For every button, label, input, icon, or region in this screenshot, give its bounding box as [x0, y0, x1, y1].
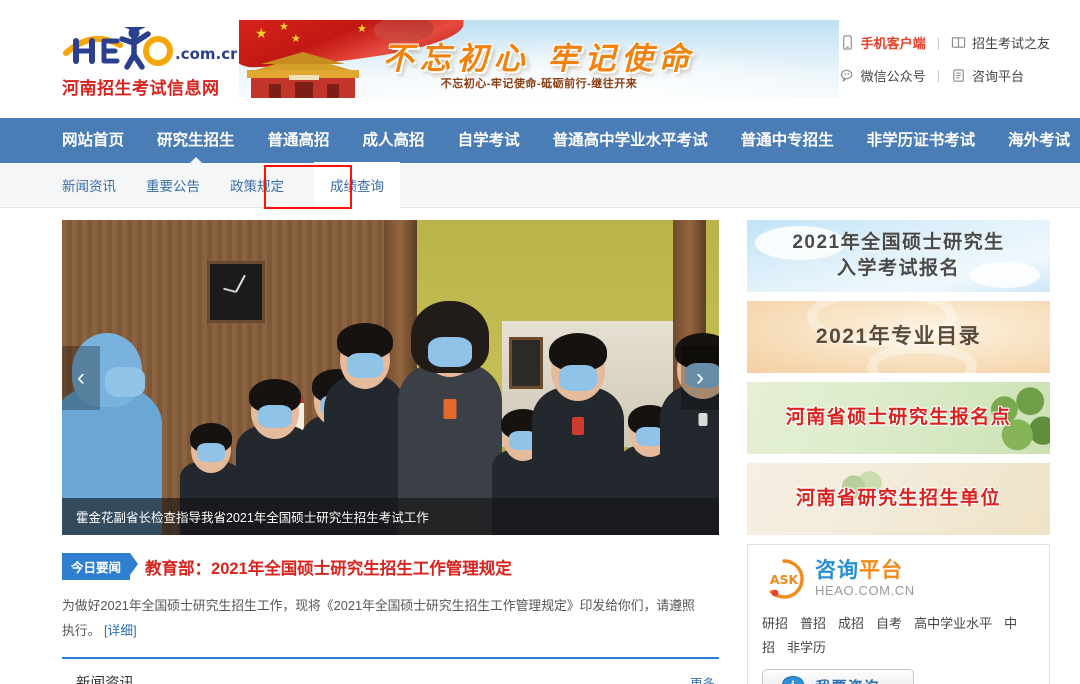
banner-subtitle: 不忘初心-牢记使命-砥砺前行-继往开来 — [440, 78, 638, 90]
header-link-consult-platform-label: 咨询平台 — [971, 69, 1024, 84]
right-banner-text: 2021年全国硕士研究生 入学考试报名 — [792, 230, 1004, 282]
header-links-row-2: 微信公众号 | 咨询平台 — [840, 66, 1050, 85]
document-icon — [953, 69, 964, 82]
subnav-item-policy[interactable]: 政策规定 — [230, 175, 284, 195]
right-banner-text: 2021年专业目录 — [815, 325, 982, 348]
headline-description-text: 为做好2021年全国硕士研究生招生工作，现将《2021年全国硕士研究生招生工作管… — [62, 598, 695, 638]
right-banner-text: 河南省硕士研究生报名点 — [785, 407, 1012, 428]
header-link-consult-platform[interactable]: 咨询平台 — [951, 66, 1024, 85]
consult-link-non-degree[interactable]: 非学历 — [787, 640, 826, 655]
carousel-photo — [62, 220, 719, 535]
subnav-item-score-query[interactable]: 成绩查询 — [314, 162, 400, 208]
news-section-title: 新闻资讯 — [76, 676, 134, 684]
right-banner-admission-units[interactable]: 河南省研究生招生单位 — [747, 463, 1050, 535]
nav-item-non-degree-certificate[interactable]: 非学历证书考试 — [867, 118, 976, 163]
header-link-mobile-app-label: 手机客户端 — [860, 36, 926, 51]
consult-title-orange: 平台 — [859, 558, 903, 582]
nav-item-overseas-exam[interactable]: 海外考试 — [1008, 118, 1070, 163]
site-logo[interactable]: .com.cn 河南招生考试信息网 — [62, 19, 237, 99]
right-banner-line2: 入学考试报名 — [836, 258, 960, 279]
mobile-icon — [842, 35, 852, 50]
consult-header: ASK 咨询平台 HEAO.COM.CN — [762, 557, 1035, 601]
news-section-header: 新闻资讯 更多 — [62, 659, 719, 684]
subnav-item-news[interactable]: 新闻资讯 — [62, 175, 116, 195]
consult-platform-panel: ASK 咨询平台 HEAO.COM.CN 研招 普招 成招 自考 高中学业水平 中招 非学历 — [747, 544, 1050, 684]
consult-links: 研招 普招 成招 自考 高中学业水平 中招 非学历 — [762, 612, 1035, 660]
consult-title: 咨询平台 — [815, 559, 915, 583]
heao-logo-icon: .com.cn — [63, 27, 237, 70]
consult-link-self-study[interactable]: 自考 — [876, 616, 902, 631]
consult-title-blue: 咨询 — [815, 558, 859, 582]
svg-text:ASK: ASK — [770, 572, 800, 587]
header-link-exam-friend-label: 招生考试之友 — [971, 36, 1050, 51]
nav-item-graduate-admission[interactable]: 研究生招生 — [157, 118, 235, 163]
header-link-wechat-label: 微信公众号 — [860, 69, 926, 84]
headline-description: 为做好2021年全国硕士研究生招生工作，现将《2021年全国硕士研究生招生工作管… — [62, 593, 702, 643]
banner-title: 不忘初心 牢记使命 — [382, 41, 696, 77]
right-banner-line1: 2021年全国硕士研究生 — [792, 232, 1005, 253]
page-content: ‹ › 霍金花副省长检查指导我省2021年全国硕士研究生招生考试工作 今日要闻 … — [0, 208, 1080, 684]
header-link-exam-friend[interactable]: 招生考试之友 — [951, 33, 1050, 52]
nav-item-high-school-level-exam[interactable]: 普通高中学业水平考试 — [553, 118, 708, 163]
book-icon — [951, 37, 966, 48]
carousel-prev-button[interactable]: ‹ — [62, 345, 100, 410]
header-link-wechat[interactable]: 微信公众号 — [840, 66, 926, 85]
consult-link-general[interactable]: 普招 — [800, 616, 826, 631]
carousel-next-button[interactable]: › — [681, 345, 719, 410]
carousel-caption[interactable]: 霍金花副省长检查指导我省2021年全国硕士研究生招生考试工作 — [62, 498, 719, 535]
news-more-link[interactable]: 更多 — [690, 673, 715, 684]
headline-title-link[interactable]: 教育部：2021年全国硕士研究生招生工作管理规定 — [145, 555, 512, 579]
news-carousel[interactable]: ‹ › 霍金花副省长检查指导我省2021年全国硕士研究生招生考试工作 — [62, 220, 719, 535]
subnav-item-announcements[interactable]: 重要公告 — [146, 175, 200, 195]
flag-star-icon: ★ — [279, 21, 289, 33]
news-section: 新闻资讯 更多 — [62, 657, 719, 684]
nav-item-adult-college[interactable]: 成人高招 — [363, 118, 425, 163]
right-banner-grad-exam-registration[interactable]: 2021年全国硕士研究生 入学考试报名 — [747, 220, 1050, 292]
consult-link-high-school-level[interactable]: 高中学业水平 — [914, 616, 992, 631]
nav-item-home[interactable]: 网站首页 — [62, 118, 124, 163]
logo-mark: .com.cn — [62, 19, 237, 71]
consult-request-button[interactable]: i 我要咨询 — [762, 669, 914, 684]
svg-text:.com.cn: .com.cn — [175, 45, 237, 63]
headline-detail-link[interactable]: [详细] — [104, 623, 137, 638]
nav-item-vocational-admission[interactable]: 普通中专招生 — [741, 118, 834, 163]
wechat-icon — [840, 69, 852, 82]
site-header: .com.cn 河南招生考试信息网 ★ ★ ★ ★ 不忘初心 牢记使命 不忘初心… — [0, 0, 1080, 118]
today-news-badge: 今日要闻 — [62, 553, 139, 580]
consult-domain: HEAO.COM.CN — [815, 583, 915, 599]
content-left-column: ‹ › 霍金花副省长检查指导我省2021年全国硕士研究生招生考试工作 今日要闻 … — [62, 220, 719, 684]
info-bubble-icon: i — [782, 675, 804, 684]
sub-navigation: 新闻资讯 重要公告 政策规定 成绩查询 — [0, 162, 1080, 209]
headline-row: 今日要闻 教育部：2021年全国硕士研究生招生工作管理规定 — [62, 553, 719, 580]
page-root: .com.cn 河南招生考试信息网 ★ ★ ★ ★ 不忘初心 牢记使命 不忘初心… — [0, 0, 1080, 684]
consult-titles: 咨询平台 HEAO.COM.CN — [815, 559, 915, 599]
consult-link-adult[interactable]: 成招 — [838, 616, 864, 631]
header-link-separator: | — [936, 35, 940, 50]
main-navigation: 网站首页 研究生招生 普通高招 成人高招 自学考试 普通高中学业水平考试 普通中… — [0, 118, 1080, 163]
right-banner-registration-points[interactable]: 河南省硕士研究生报名点 — [747, 382, 1050, 454]
promo-banner[interactable]: ★ ★ ★ ★ 不忘初心 牢记使命 不忘初心-牢记使命-砥砺前行-继往开来 — [239, 20, 839, 98]
nav-item-self-study-exam[interactable]: 自学考试 — [458, 118, 520, 163]
header-link-separator: | — [936, 68, 940, 83]
consult-request-button-label: 我要咨询 — [813, 676, 877, 684]
logo-subtitle: 河南招生考试信息网 — [62, 79, 220, 98]
nav-item-general-college[interactable]: 普通高招 — [268, 118, 330, 163]
content-right-column: 2021年全国硕士研究生 入学考试报名 2021年专业目录 河南省硕士研究生报名… — [747, 220, 1050, 684]
right-banner-text: 河南省研究生招生单位 — [795, 488, 1001, 509]
ask-logo-icon: ASK — [769, 559, 804, 599]
right-banner-major-catalog[interactable]: 2021年专业目录 — [747, 301, 1050, 373]
wall-clock-icon — [206, 260, 265, 323]
consult-link-graduate[interactable]: 研招 — [762, 616, 788, 631]
svg-text:i: i — [791, 679, 795, 684]
header-links: 手机客户端 | 招生考试之友 微信公众号 | 咨询平台 — [840, 33, 1058, 85]
header-links-row-1: 手机客户端 | 招生考试之友 — [840, 33, 1050, 52]
header-link-mobile-app[interactable]: 手机客户端 — [840, 33, 926, 52]
